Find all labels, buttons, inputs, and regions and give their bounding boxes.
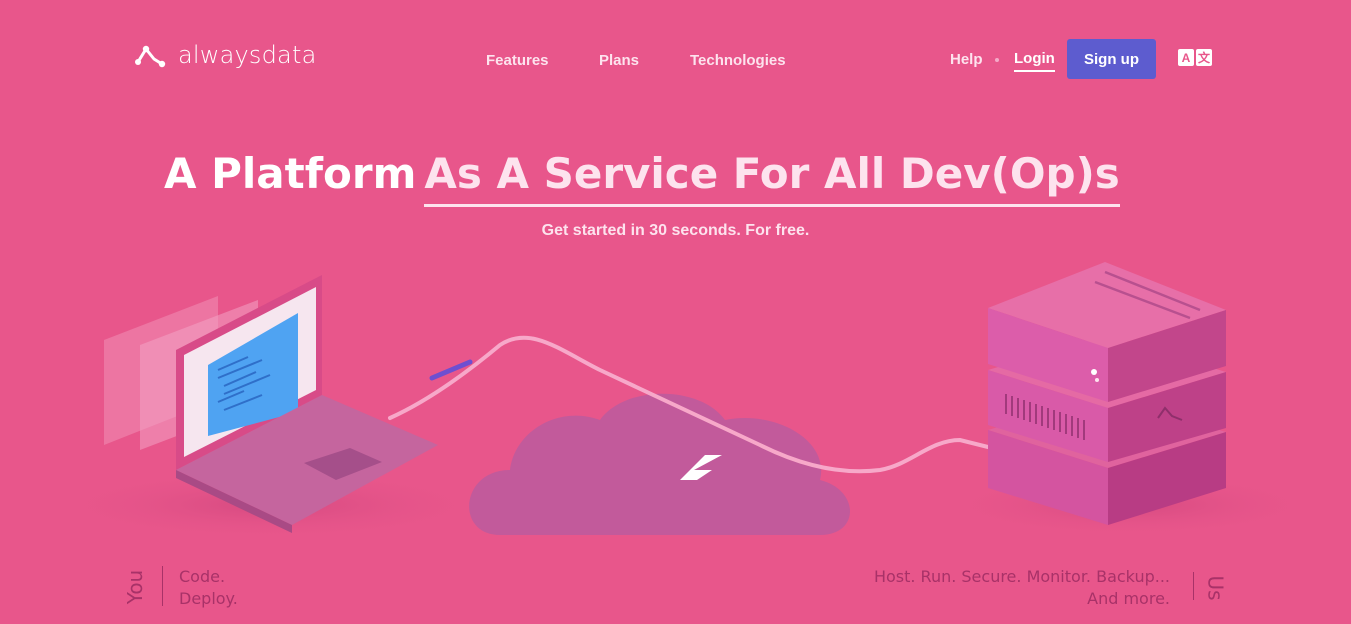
language-icon-latin: A (1178, 49, 1194, 66)
language-icon-cjk: 文 (1196, 49, 1212, 66)
help-link[interactable]: Help (950, 51, 983, 68)
hero-subtitle: Get started in 30 seconds. For free. (541, 222, 810, 239)
hero-title-accent: As A Service For All Dev(Op)s (424, 149, 1120, 207)
hero-title-lead: A Platform (164, 149, 417, 198)
hero-title: A Platform As A Service For All Dev(Op)s (164, 149, 1120, 207)
us-description: Host. Run. Secure. Monitor. Backup... An… (874, 566, 1170, 610)
login-link[interactable]: Login (1014, 50, 1055, 72)
you-line-2: Deploy. (179, 589, 238, 608)
language-switcher[interactable]: A 文 (1178, 49, 1212, 66)
nav-features[interactable]: Features (486, 52, 549, 69)
nav-separator-dot (995, 58, 999, 62)
alwaysdata-logo-icon (135, 45, 166, 68)
us-divider (1193, 572, 1194, 600)
us-line-2: And more. (1087, 589, 1170, 608)
server-illustration (988, 262, 1226, 525)
you-line-1: Code. (179, 567, 226, 586)
brand-logo[interactable]: alwaysdata (134, 41, 316, 69)
cloud-icon (469, 393, 850, 535)
us-line-1: Host. Run. Secure. Monitor. Backup... (873, 567, 1170, 586)
signup-button[interactable]: Sign up (1067, 39, 1156, 79)
nav-technologies[interactable]: Technologies (690, 52, 786, 69)
brand-name: alwaysdata (178, 41, 317, 69)
hero-illustration (50, 262, 1320, 540)
you-label: You (123, 569, 148, 605)
you-divider (162, 566, 163, 606)
us-label: Us (1203, 575, 1228, 601)
you-description: Code. Deploy. (179, 566, 238, 610)
nav-plans[interactable]: Plans (599, 52, 639, 69)
